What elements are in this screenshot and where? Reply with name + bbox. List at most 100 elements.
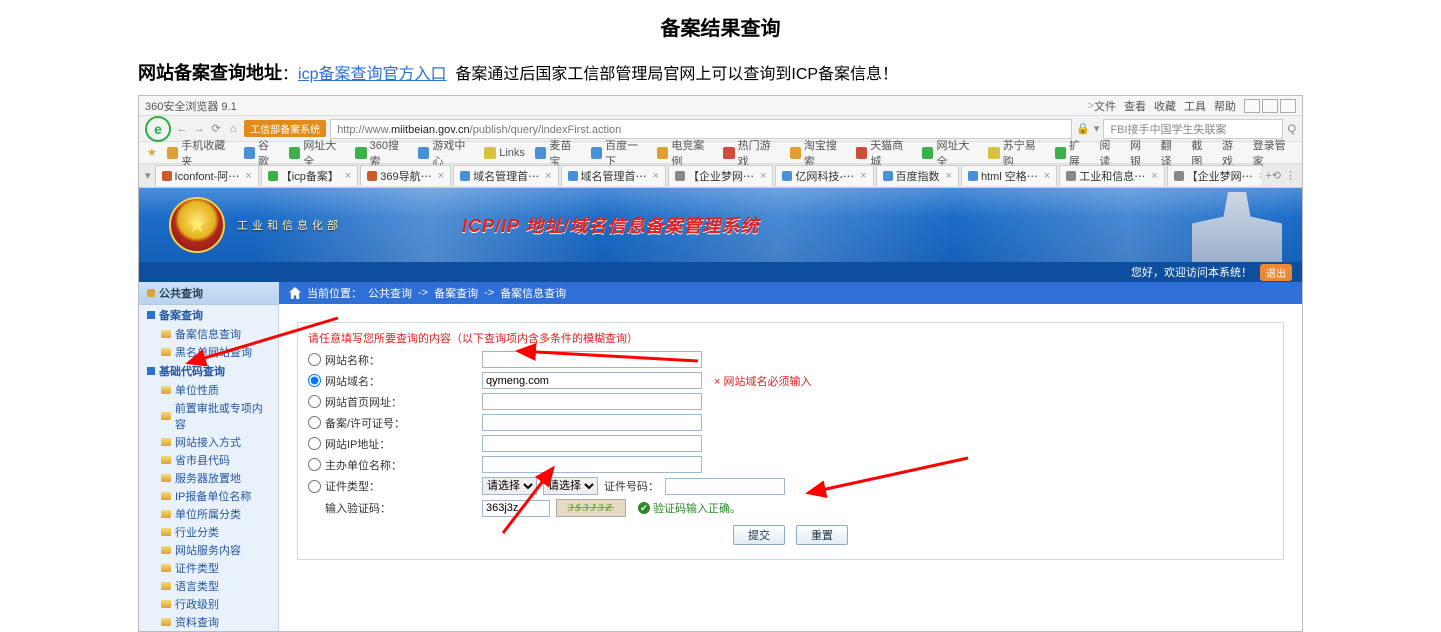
tab-close-icon[interactable]: × (760, 170, 766, 182)
sidebar-item[interactable]: 语言类型 (139, 577, 278, 595)
fwd-icon[interactable]: → (192, 123, 206, 135)
tab[interactable]: 369导航⋯× (360, 165, 451, 186)
tab-close-icon[interactable]: × (1044, 170, 1050, 182)
input-ip[interactable] (482, 435, 702, 452)
tab-close-icon[interactable]: × (946, 170, 952, 182)
tab[interactable]: 工业和信息⋯× (1059, 165, 1164, 186)
input-cert-no[interactable] (665, 478, 785, 495)
radio-homepage[interactable] (308, 395, 321, 408)
max-button[interactable] (1262, 99, 1278, 113)
bookmark[interactable]: 电竞案例 (657, 137, 713, 169)
submit-button[interactable]: 提交 (733, 525, 785, 545)
sidebar-item[interactable]: 备案信息查询 (139, 325, 278, 343)
sidebar-item[interactable]: 单位所属分类 (139, 505, 278, 523)
tab-close-icon[interactable]: × (653, 170, 659, 182)
ext-button[interactable]: 阅读 (1099, 137, 1120, 169)
bookmark[interactable]: 麦苗宝 (535, 137, 581, 169)
menu-tools[interactable]: 工具 (1184, 98, 1206, 114)
bookmark[interactable]: 百度一下 (591, 137, 647, 169)
radio-ip[interactable] (308, 437, 321, 450)
ext-button[interactable]: 翻译 (1161, 137, 1182, 169)
radio-record-no[interactable] (308, 416, 321, 429)
sidebar-item[interactable]: 单位性质 (139, 381, 278, 399)
tab-close-icon[interactable]: × (1151, 170, 1157, 182)
captcha-image[interactable]: 3$3J3Z (556, 499, 626, 517)
url-input[interactable]: http://www.miitbeian.gov.cn/publish/quer… (330, 119, 1072, 139)
sidebar-item[interactable]: 服务器放置地 (139, 469, 278, 487)
window-menu[interactable]: 文件 查看 收藏 工具 帮助 (1094, 98, 1236, 114)
tab-overflow-icon[interactable]: ⟲ (1272, 169, 1281, 182)
tab-close-icon[interactable]: × (545, 170, 551, 182)
home-icon[interactable] (289, 287, 301, 299)
ext-button[interactable]: 登录管家 (1253, 137, 1294, 169)
bookmark[interactable]: 苏宁易购 (988, 137, 1044, 169)
sidebar-item[interactable]: IP报备单位名称 (139, 487, 278, 505)
tab[interactable]: 【企业梦网⋯× (668, 165, 773, 186)
back-icon[interactable]: ← (175, 123, 189, 135)
tab-close-icon[interactable]: × (860, 170, 866, 182)
tab[interactable]: 【icp备案】× (261, 165, 359, 186)
dropdown-icon[interactable]: ▾ (1094, 122, 1100, 135)
logout-button[interactable]: 退出 (1260, 264, 1292, 281)
sidebar-group[interactable]: 基础代码查询 (139, 361, 278, 381)
tab[interactable]: 百度指数× (876, 165, 959, 186)
input-record-no[interactable] (482, 414, 702, 431)
bookmark[interactable]: 淘宝搜索 (790, 137, 846, 169)
reload-icon[interactable]: ⟳ (209, 122, 223, 135)
bookmark[interactable]: Links (484, 147, 525, 159)
input-company[interactable] (482, 456, 702, 473)
crumb-item[interactable]: 公共查询 (368, 285, 412, 301)
radio-site-domain[interactable] (308, 374, 321, 387)
menu-help[interactable]: 帮助 (1214, 98, 1236, 114)
search-input[interactable]: FBI接手中国学生失联案 (1103, 119, 1283, 139)
sidebar-item[interactable]: 网站接入方式 (139, 433, 278, 451)
input-homepage[interactable] (482, 393, 702, 410)
bookmark[interactable]: 360搜索 (355, 137, 408, 169)
close-button[interactable] (1280, 99, 1296, 113)
menu-view[interactable]: 查看 (1124, 98, 1146, 114)
ext-button[interactable]: 游戏 (1222, 137, 1243, 169)
certificate-icon[interactable]: 🔒 (1076, 122, 1090, 135)
sidebar-item[interactable]: 黑名单网站查询 (139, 343, 278, 361)
crumb-item[interactable]: 备案查询 (434, 285, 478, 301)
select-cert-type-1[interactable]: 请选择 (482, 477, 537, 495)
input-captcha[interactable] (482, 500, 550, 517)
tab[interactable]: Iconfont-阿⋯× (155, 165, 259, 186)
bookmark[interactable]: 网址大全 (289, 137, 345, 169)
sidebar-group[interactable]: 备案查询 (139, 305, 278, 325)
tab-close-icon[interactable]: × (438, 170, 444, 182)
tab-close-icon[interactable]: × (245, 170, 251, 182)
intro-link[interactable]: icp备案查询官方入口 (298, 66, 446, 83)
home-icon[interactable]: ⌂ (226, 123, 240, 135)
bookmark[interactable]: 天猫商城 (856, 137, 912, 169)
min-button[interactable] (1244, 99, 1260, 113)
tab-menu-icon[interactable]: ⋮ (1285, 169, 1296, 182)
bookmark[interactable]: 热门游戏 (723, 137, 779, 169)
sidebar-item[interactable]: 行政级别 (139, 595, 278, 613)
menu-fav[interactable]: 收藏 (1154, 98, 1176, 114)
reset-button[interactable]: 重置 (796, 525, 848, 545)
search-icon[interactable]: Q (1287, 123, 1296, 135)
fav-icon[interactable]: ★ (147, 146, 157, 159)
tablist-toggle-icon[interactable]: ▾ (145, 169, 151, 182)
radio-company[interactable] (308, 458, 321, 471)
input-site-name[interactable] (482, 351, 702, 368)
ext-button[interactable]: 扩展 (1055, 137, 1090, 169)
sidebar-item[interactable]: 行业分类 (139, 523, 278, 541)
bookmark[interactable]: 谷歌 (244, 137, 279, 169)
sidebar-item[interactable]: 省市县代码 (139, 451, 278, 469)
radio-site-name[interactable] (308, 353, 321, 366)
select-cert-type-2[interactable]: 请选择 (543, 477, 598, 495)
ext-button[interactable]: 网银 (1130, 137, 1151, 169)
ext-button[interactable]: 截图 (1191, 137, 1212, 169)
tab[interactable]: 域名管理首⋯× (453, 165, 558, 186)
bookmark[interactable]: 手机收藏夹 (167, 137, 234, 169)
sidebar-item[interactable]: 证件类型 (139, 559, 278, 577)
bookmark[interactable]: 网址大全 (922, 137, 978, 169)
sidebar-item[interactable]: 网站服务内容 (139, 541, 278, 559)
bookmark[interactable]: 游戏中心 (418, 137, 474, 169)
tab-close-icon[interactable]: × (345, 170, 351, 182)
tab-close-icon[interactable]: × (1259, 170, 1262, 182)
menu-file[interactable]: 文件 (1094, 98, 1116, 114)
tab[interactable]: 域名管理首⋯× (561, 165, 666, 186)
